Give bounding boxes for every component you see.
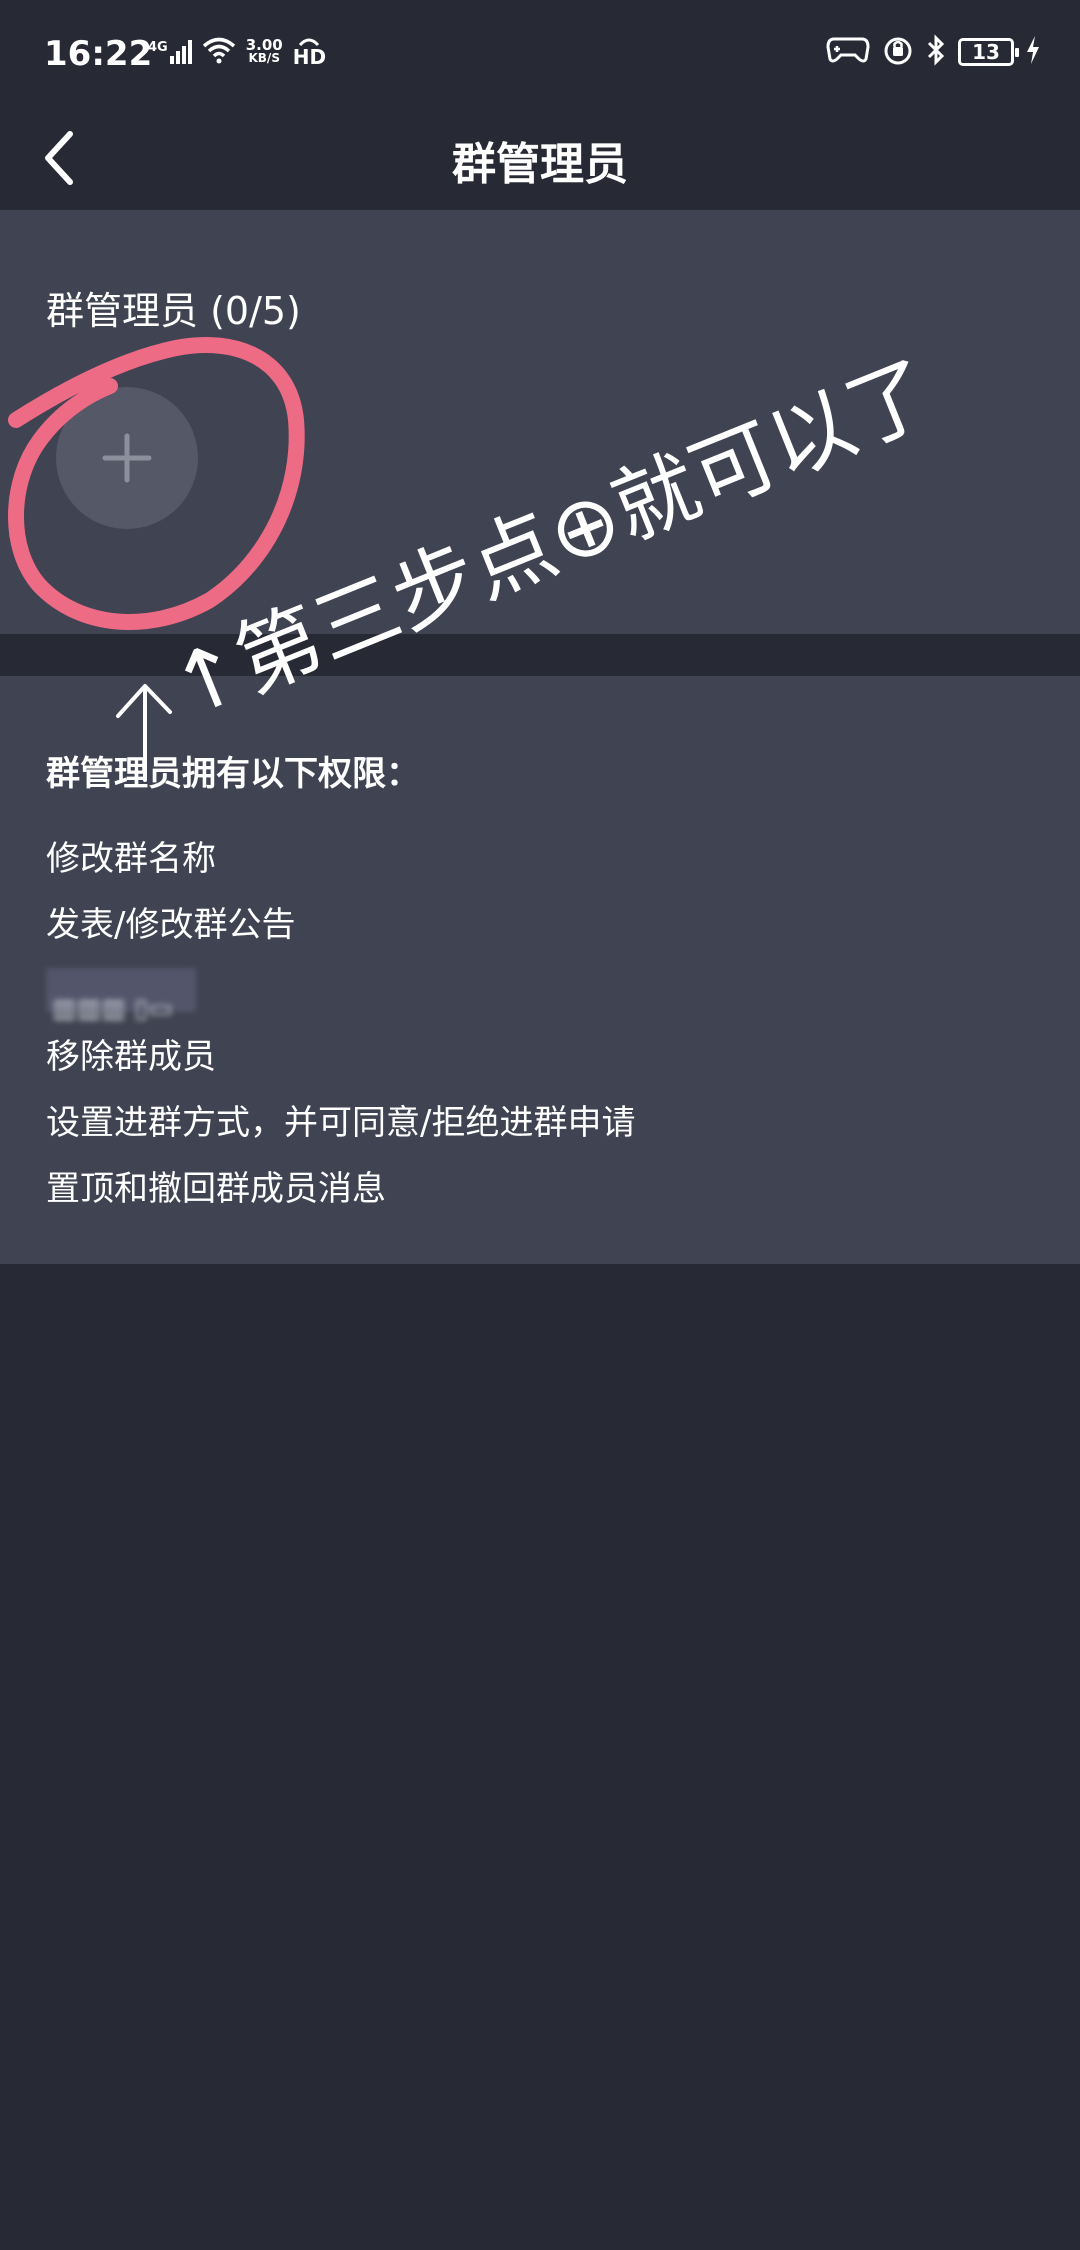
net-speed: 3.00 KB/S bbox=[246, 38, 283, 65]
add-admin-button[interactable] bbox=[56, 387, 198, 529]
admin-count-heading: 群管理员 (0/5) bbox=[46, 289, 301, 333]
battery-level: 13 bbox=[972, 40, 1000, 64]
status-time: 16:22 bbox=[44, 34, 153, 74]
charging-icon bbox=[1026, 36, 1040, 68]
blurred-text: ▥▥▥ ▯▭ bbox=[46, 968, 196, 1024]
hd-call-icon: HD bbox=[293, 37, 326, 67]
wifi-icon bbox=[202, 36, 236, 68]
page-title: 群管理员 bbox=[452, 139, 628, 190]
status-bar: 16:22 4G 3.00 KB/S HD 13 bbox=[0, 0, 1080, 110]
admin-section: 群管理员 (0/5) bbox=[0, 210, 1080, 634]
permissions-list: 修改群名称 发表/修改群公告 ▥▥▥ ▯▭ 移除群成员 设置进群方式，并可同意/… bbox=[46, 826, 635, 1222]
signal-icon: 4G bbox=[148, 40, 192, 64]
permission-item: 置顶和撤回群成员消息 bbox=[46, 1169, 386, 1209]
bluetooth-icon bbox=[926, 34, 946, 70]
hd-label: HD bbox=[292, 45, 327, 69]
permissions-section: 群管理员拥有以下权限： 修改群名称 发表/修改群公告 ▥▥▥ ▯▭ 移除群成员 … bbox=[0, 676, 1080, 1264]
status-right-icons: 13 bbox=[826, 30, 1040, 74]
gamepad-icon bbox=[826, 35, 870, 69]
permission-item: 发表/修改群公告 bbox=[46, 905, 296, 945]
permission-item-redacted: ▥▥▥ ▯▭ bbox=[46, 958, 635, 1024]
permission-item: 设置进群方式，并可同意/拒绝进群申请 bbox=[46, 1103, 636, 1143]
signal-label: 4G bbox=[148, 40, 168, 55]
plus-icon bbox=[102, 433, 152, 483]
nav-bar: 群管理员 bbox=[0, 110, 1080, 210]
permission-item: 修改群名称 bbox=[46, 839, 216, 879]
battery-icon: 13 bbox=[958, 38, 1019, 66]
section-divider bbox=[0, 634, 1080, 676]
net-speed-unit: KB/S bbox=[248, 51, 280, 65]
status-left-icons: 4G 3.00 KB/S HD bbox=[148, 30, 326, 74]
alarm-icon bbox=[882, 34, 914, 70]
permissions-heading: 群管理员拥有以下权限： bbox=[46, 754, 420, 794]
